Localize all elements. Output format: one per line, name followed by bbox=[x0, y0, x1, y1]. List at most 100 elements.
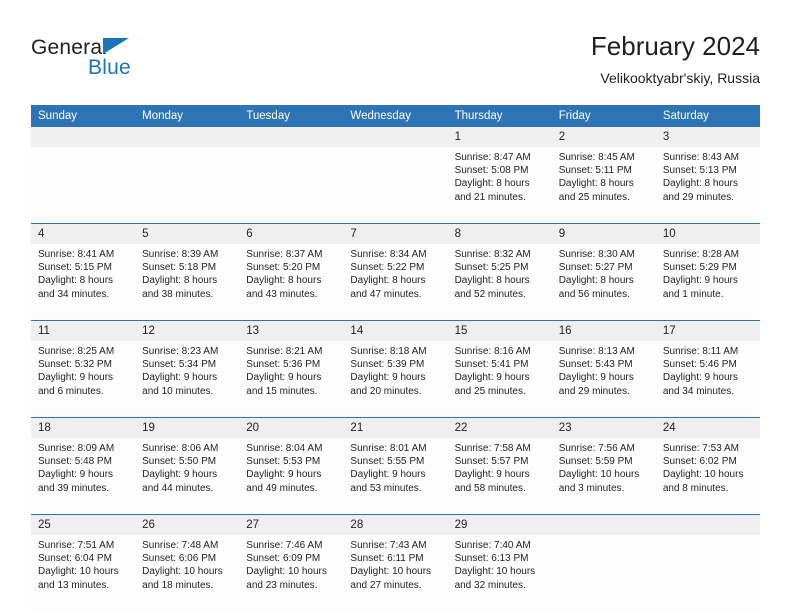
weekday-header-row: Sunday Monday Tuesday Wednesday Thursday… bbox=[31, 105, 760, 127]
calendar-day-cell[interactable]: 28 Sunrise: 7:43 AM Sunset: 6:11 PM Dayligh… bbox=[343, 514, 448, 611]
calendar-day-cell[interactable]: 23 Sunrise: 7:56 AM Sunset: 5:59 PM Dayligh… bbox=[551, 417, 656, 515]
daylight-text-line1: Daylight: 9 hours bbox=[246, 469, 322, 481]
calendar-day-cell[interactable]: 20 Sunrise: 8:04 AM Sunset: 5:53 PM Dayligh… bbox=[239, 417, 344, 515]
sunset-text: Sunset: 6:11 PM bbox=[350, 553, 424, 565]
calendar-day-cell[interactable]: 15 Sunrise: 8:16 AM Sunset: 5:41 PM Dayligh… bbox=[447, 320, 552, 418]
calendar-day-cell[interactable]: 27 Sunrise: 7:46 AM Sunset: 6:09 PM Dayligh… bbox=[239, 514, 344, 611]
day-details: Sunrise: 8:34 AM Sunset: 5:22 PM Daylight:… bbox=[343, 244, 448, 320]
logo-triangle-icon bbox=[103, 38, 129, 54]
sunrise-text: Sunrise: 7:56 AM bbox=[558, 443, 635, 454]
calendar-day-cell[interactable]: 26 Sunrise: 7:48 AM Sunset: 6:06 PM Dayligh… bbox=[135, 514, 240, 611]
daylight-text-line1: Daylight: 9 hours bbox=[38, 372, 114, 384]
day-details bbox=[551, 535, 656, 611]
calendar-day-cell[interactable]: 19 Sunrise: 8:06 AM Sunset: 5:50 PM Dayligh… bbox=[135, 417, 240, 515]
calendar-day-cell[interactable]: 1 Sunrise: 8:47 AM Sunset: 5:08 PM Daylight… bbox=[447, 127, 552, 224]
day-details: Sunrise: 8:18 AM Sunset: 5:39 PM Daylight:… bbox=[343, 341, 448, 417]
day-details: Sunrise: 7:48 AM Sunset: 6:06 PM Daylight:… bbox=[135, 535, 240, 611]
day-number bbox=[31, 127, 136, 147]
daylight-text-line2: and 34 minutes. bbox=[662, 385, 735, 397]
daylight-text-line1: Daylight: 10 hours bbox=[38, 566, 119, 578]
calendar-table: Sunday Monday Tuesday Wednesday Thursday… bbox=[31, 105, 760, 611]
calendar-day-cell[interactable]: 8 Sunrise: 8:32 AM Sunset: 5:25 PM Daylight… bbox=[447, 223, 552, 321]
day-details: Sunrise: 8:01 AM Sunset: 5:55 PM Daylight:… bbox=[343, 438, 448, 514]
day-details: Sunrise: 8:45 AM Sunset: 5:11 PM Daylight:… bbox=[551, 147, 656, 223]
sunset-text: Sunset: 6:02 PM bbox=[662, 456, 737, 468]
sunset-text: Sunset: 5:59 PM bbox=[558, 456, 633, 468]
calendar-day-cell[interactable]: 16 Sunrise: 8:13 AM Sunset: 5:43 PM Dayligh… bbox=[551, 320, 656, 418]
sunrise-text: Sunrise: 8:11 AM bbox=[662, 346, 739, 357]
sunset-text: Sunset: 5:46 PM bbox=[662, 359, 737, 371]
sunrise-text: Sunrise: 8:30 AM bbox=[558, 249, 635, 260]
sunrise-text: Sunrise: 8:45 AM bbox=[558, 152, 635, 163]
day-details: Sunrise: 7:53 AM Sunset: 6:02 PM Daylight:… bbox=[655, 438, 760, 514]
daylight-text-line1: Daylight: 9 hours bbox=[350, 372, 426, 384]
calendar-day-cell[interactable]: 9 Sunrise: 8:30 AM Sunset: 5:27 PM Daylight… bbox=[551, 223, 656, 321]
calendar-day-cell[interactable]: 17 Sunrise: 8:11 AM Sunset: 5:46 PM Dayligh… bbox=[655, 320, 760, 418]
day-details bbox=[343, 147, 448, 223]
day-details: Sunrise: 7:51 AM Sunset: 6:04 PM Daylight:… bbox=[31, 535, 136, 611]
day-number: 5 bbox=[135, 224, 240, 244]
calendar-day-cell[interactable]: 5 Sunrise: 8:39 AM Sunset: 5:18 PM Daylight… bbox=[135, 223, 240, 321]
day-number: 6 bbox=[239, 224, 344, 244]
calendar-day-cell[interactable]: 21 Sunrise: 8:01 AM Sunset: 5:55 PM Dayligh… bbox=[343, 417, 448, 515]
sunrise-text: Sunrise: 8:21 AM bbox=[246, 346, 323, 357]
calendar-day-cell[interactable]: 7 Sunrise: 8:34 AM Sunset: 5:22 PM Daylight… bbox=[343, 223, 448, 321]
calendar-day-cell[interactable]: 4 Sunrise: 8:41 AM Sunset: 5:15 PM Daylight… bbox=[31, 223, 136, 321]
daylight-text-line2: and 29 minutes. bbox=[662, 191, 735, 203]
day-number: 18 bbox=[31, 418, 136, 438]
calendar-day-cell[interactable]: 22 Sunrise: 7:58 AM Sunset: 5:57 PM Dayligh… bbox=[447, 417, 552, 515]
calendar-day-cell[interactable]: 14 Sunrise: 8:18 AM Sunset: 5:39 PM Dayligh… bbox=[343, 320, 448, 418]
daylight-text-line2: and 53 minutes. bbox=[350, 482, 422, 494]
day-details: Sunrise: 8:16 AM Sunset: 5:41 PM Daylight:… bbox=[447, 341, 552, 417]
logo-text-blue: Blue bbox=[88, 56, 131, 79]
day-details: Sunrise: 8:06 AM Sunset: 5:50 PM Daylight:… bbox=[135, 438, 240, 514]
calendar-day-cell[interactable]: 12 Sunrise: 8:23 AM Sunset: 5:34 PM Dayligh… bbox=[135, 320, 240, 418]
page-subtitle: Velikooktyabr'skiy, Russia bbox=[600, 70, 760, 86]
calendar-day-cell[interactable]: 6 Sunrise: 8:37 AM Sunset: 5:20 PM Daylight… bbox=[239, 223, 344, 321]
daylight-text-line1: Daylight: 9 hours bbox=[558, 372, 634, 384]
daylight-text-line1: Daylight: 9 hours bbox=[454, 469, 530, 481]
day-details: Sunrise: 8:28 AM Sunset: 5:29 PM Daylight:… bbox=[655, 244, 760, 320]
calendar-day-cell[interactable]: 25 Sunrise: 7:51 AM Sunset: 6:04 PM Dayligh… bbox=[31, 514, 136, 611]
weekday-header-sunday: Sunday bbox=[31, 105, 136, 127]
daylight-text-line1: Daylight: 8 hours bbox=[454, 275, 530, 287]
day-number: 21 bbox=[343, 418, 448, 438]
sunrise-text: Sunrise: 8:28 AM bbox=[662, 249, 739, 260]
calendar-empty-cell bbox=[31, 127, 136, 224]
calendar-day-cell[interactable]: 29 Sunrise: 7:40 AM Sunset: 6:13 PM Dayligh… bbox=[447, 514, 552, 611]
daylight-text-line1: Daylight: 10 hours bbox=[662, 469, 744, 481]
sunrise-text: Sunrise: 8:16 AM bbox=[454, 346, 531, 357]
sunrise-text: Sunrise: 8:09 AM bbox=[38, 443, 115, 454]
day-details: Sunrise: 7:43 AM Sunset: 6:11 PM Daylight:… bbox=[343, 535, 448, 611]
calendar-page: General Blue February 2024 Velikooktyabr… bbox=[0, 0, 792, 612]
day-number: 22 bbox=[447, 418, 552, 438]
sunset-text: Sunset: 5:32 PM bbox=[38, 359, 112, 371]
calendar-day-cell[interactable]: 10 Sunrise: 8:28 AM Sunset: 5:29 PM Dayligh… bbox=[655, 223, 760, 321]
day-number: 23 bbox=[551, 418, 656, 438]
calendar-day-cell[interactable]: 13 Sunrise: 8:21 AM Sunset: 5:36 PM Dayligh… bbox=[239, 320, 344, 418]
day-details: Sunrise: 8:32 AM Sunset: 5:25 PM Daylight:… bbox=[447, 244, 552, 320]
sunrise-text: Sunrise: 8:32 AM bbox=[454, 249, 531, 260]
day-details: Sunrise: 7:46 AM Sunset: 6:09 PM Daylight:… bbox=[239, 535, 344, 611]
daylight-text-line1: Daylight: 9 hours bbox=[454, 372, 530, 384]
sunset-text: Sunset: 5:39 PM bbox=[350, 359, 425, 371]
calendar-day-cell[interactable]: 18 Sunrise: 8:09 AM Sunset: 5:48 PM Dayligh… bbox=[31, 417, 136, 515]
sunrise-text: Sunrise: 8:47 AM bbox=[454, 152, 531, 163]
daylight-text-line2: and 32 minutes. bbox=[454, 579, 526, 591]
calendar-day-cell[interactable]: 2 Sunrise: 8:45 AM Sunset: 5:11 PM Daylight… bbox=[551, 127, 656, 224]
day-details: Sunrise: 8:11 AM Sunset: 5:46 PM Daylight:… bbox=[655, 341, 760, 417]
sunrise-text: Sunrise: 7:48 AM bbox=[142, 540, 219, 551]
day-number: 20 bbox=[239, 418, 344, 438]
sunset-text: Sunset: 5:13 PM bbox=[662, 165, 737, 177]
day-details: Sunrise: 7:56 AM Sunset: 5:59 PM Daylight:… bbox=[551, 438, 656, 514]
calendar-day-cell[interactable]: 3 Sunrise: 8:43 AM Sunset: 5:13 PM Daylight… bbox=[655, 127, 760, 224]
calendar-day-cell[interactable]: 11 Sunrise: 8:25 AM Sunset: 5:32 PM Dayligh… bbox=[31, 320, 136, 418]
calendar-empty-cell bbox=[135, 127, 240, 224]
day-number bbox=[239, 127, 344, 147]
weekday-header-friday: Friday bbox=[551, 105, 656, 127]
daylight-text-line1: Daylight: 10 hours bbox=[558, 469, 640, 481]
calendar-day-cell[interactable]: 24 Sunrise: 7:53 AM Sunset: 6:02 PM Dayligh… bbox=[655, 417, 760, 515]
daylight-text-line1: Daylight: 9 hours bbox=[350, 469, 426, 481]
weekday-header-monday: Monday bbox=[135, 105, 240, 127]
calendar-body: 1 Sunrise: 8:47 AM Sunset: 5:08 PM Daylight… bbox=[31, 127, 760, 611]
